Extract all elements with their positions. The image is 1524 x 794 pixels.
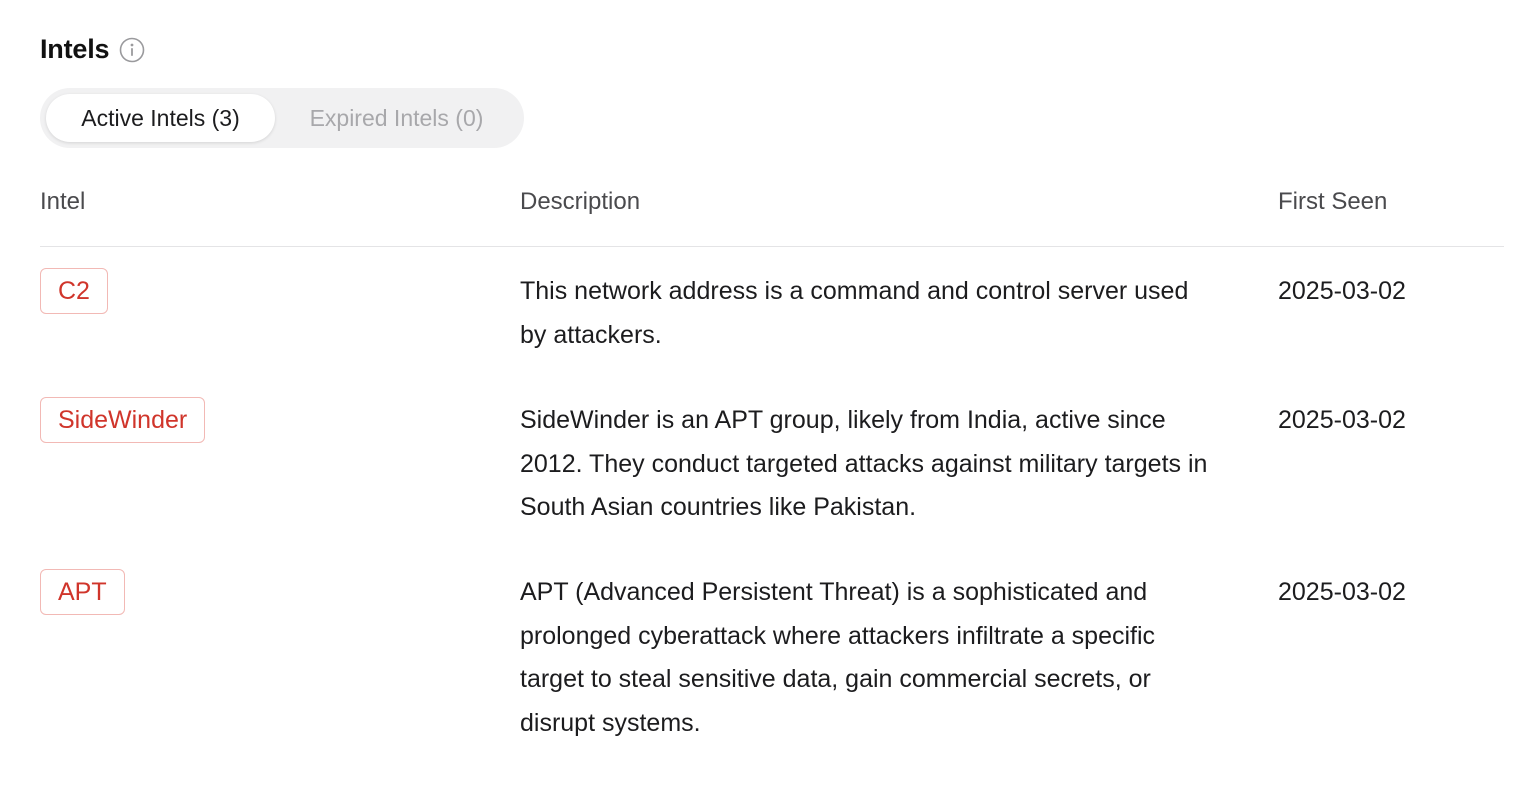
page-title: Intels bbox=[40, 33, 110, 64]
tab-active-intels[interactable]: Active Intels (3) bbox=[46, 94, 275, 142]
first-seen-date: 2025-03-02 bbox=[1278, 277, 1406, 305]
table-header: Intel Description First Seen bbox=[40, 170, 1504, 247]
first-seen-date: 2025-03-02 bbox=[1278, 578, 1406, 606]
intel-description: SideWinder is an APT group, likely from … bbox=[520, 406, 1208, 521]
intel-tabs: Active Intels (3) Expired Intels (0) bbox=[40, 88, 524, 148]
table-row: C2 This network address is a command and… bbox=[40, 268, 1504, 397]
intel-tag[interactable]: SideWinder bbox=[40, 397, 206, 443]
column-header-first-seen: First Seen bbox=[1278, 188, 1388, 215]
column-header-description: Description bbox=[520, 188, 641, 215]
table-row: APT APT (Advanced Persistent Threat) is … bbox=[40, 569, 1504, 759]
table-row: SideWinder SideWinder is an APT group, l… bbox=[40, 397, 1504, 569]
intel-tag[interactable]: C2 bbox=[40, 268, 108, 314]
intels-table: Intel Description First Seen C2 This net… bbox=[40, 170, 1504, 759]
intel-description: This network address is a command and co… bbox=[520, 277, 1189, 349]
intel-tag[interactable]: APT bbox=[40, 569, 125, 615]
tab-expired-intels[interactable]: Expired Intels (0) bbox=[275, 94, 518, 142]
intel-description: APT (Advanced Persistent Threat) is a so… bbox=[520, 578, 1156, 737]
title-row: Intels bbox=[40, 30, 145, 68]
column-header-intel: Intel bbox=[40, 188, 86, 215]
info-icon[interactable] bbox=[119, 37, 145, 63]
first-seen-date: 2025-03-02 bbox=[1278, 406, 1406, 434]
